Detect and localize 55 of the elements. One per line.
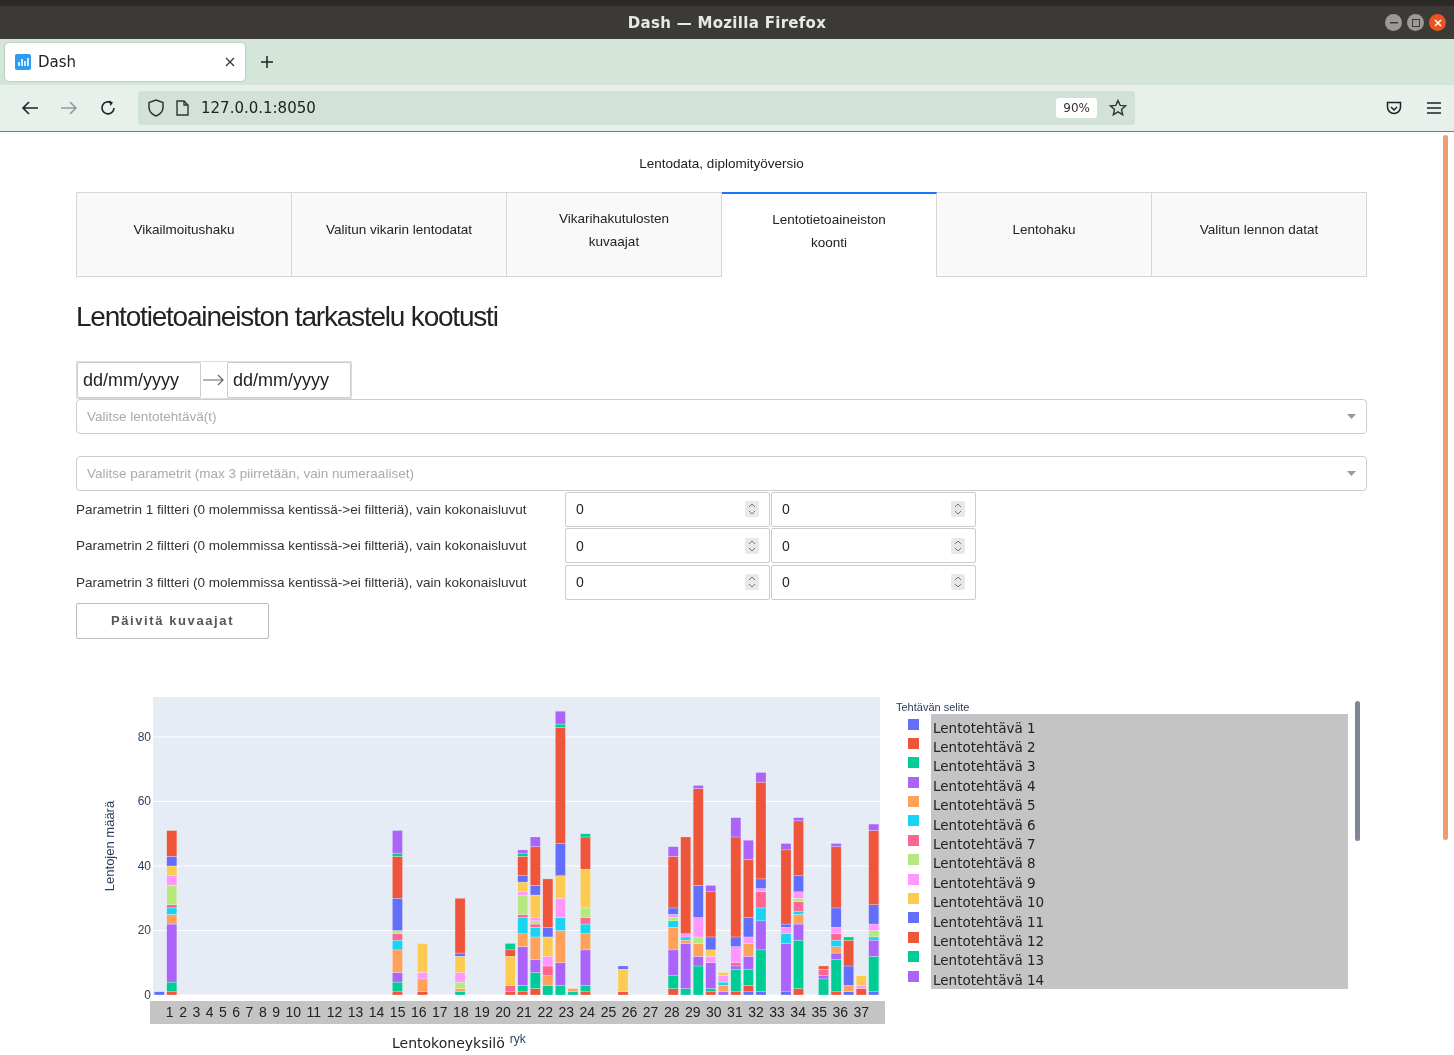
x-tick-label: 16 — [410, 1004, 427, 1020]
x-tick-label: 23 — [558, 1004, 575, 1020]
x-tick-label: 4 — [205, 1004, 214, 1020]
legend-title: Tehtävän selite — [896, 700, 971, 713]
x-tick-label: 22 — [537, 1004, 553, 1020]
x-tick-label: 25 — [600, 1004, 617, 1020]
x-tick-label: 21 — [516, 1004, 532, 1020]
y-tick-label: 80 — [137, 729, 151, 744]
x-tick-label: 13 — [347, 1004, 364, 1020]
x-tick-label: 20 — [495, 1004, 511, 1020]
x-tick-label: 7 — [245, 1004, 254, 1020]
x-tick-label: 10 — [285, 1004, 302, 1020]
filter-label: Parametrin 1 filtteri (0 molemmissa kentissä->ei filtteriä), vain kokonaisluvut — [76, 501, 528, 517]
x-tick-label: 37 — [853, 1004, 870, 1020]
x-tick-label: 31 — [727, 1004, 743, 1020]
x-tick-label: 29 — [684, 1004, 701, 1020]
filter-label: Parametrin 3 filtteri (0 molemmissa kentissä->ei filtteriä), vain kokonaisluvut — [76, 574, 528, 590]
x-tick-label: 36 — [832, 1004, 849, 1020]
x-tick-label: 6 — [232, 1004, 241, 1020]
y-tick-label: 60 — [137, 794, 151, 808]
x-tick-label: 9 — [272, 1004, 280, 1020]
x-tick-label: 18 — [453, 1004, 469, 1020]
x-tick-label: 15 — [389, 1004, 406, 1020]
address-text: 127.0.0.1:8050 — [201, 99, 317, 117]
x-tick-label: 26 — [621, 1004, 638, 1020]
y-tick-label: 0 — [144, 987, 151, 1001]
x-tick-label: 27 — [642, 1004, 659, 1020]
x-tick-label: 2 — [179, 1004, 187, 1020]
x-tick-label: 28 — [663, 1004, 680, 1020]
x-tick-label: 32 — [748, 1004, 764, 1020]
x-tick-label: 12 — [326, 1004, 343, 1020]
x-tick-label: 35 — [811, 1004, 827, 1020]
x-tick-label: 8 — [258, 1004, 267, 1020]
x-tick-label: 24 — [579, 1004, 596, 1020]
x-tick-label: 11 — [306, 1004, 322, 1020]
filter-label: Parametrin 2 filtteri (0 molemmissa kentissä->ei filtteriä), vain kokonaisluvut — [76, 538, 528, 554]
dropdown-placeholder: Valitse lentotehtävä(t) — [87, 409, 217, 424]
x-tick-label: 3 — [192, 1004, 201, 1020]
x-tick-label: 14 — [368, 1004, 385, 1020]
x-tick-label: 34 — [790, 1004, 806, 1020]
x-tick-label: 30 — [706, 1004, 722, 1020]
y-tick-label: 40 — [137, 858, 151, 873]
x-tick-label: 5 — [219, 1004, 227, 1020]
window-title: Dash — Mozilla Firefox — [627, 13, 827, 32]
page-title: Lentodata, diplomityöversio — [638, 156, 805, 171]
x-axis-title-fragment: ryk — [509, 1031, 526, 1046]
section-heading: Lentotietoaineiston tarkastelu kootusti — [76, 301, 499, 333]
x-tick-label: 33 — [769, 1004, 785, 1020]
x-tick-label: 17 — [432, 1004, 448, 1020]
y-tick-label: 20 — [137, 923, 151, 937]
x-tick-label: 1 — [165, 1004, 174, 1020]
x-tick-label: 19 — [474, 1004, 490, 1020]
y-axis-title: Lentojen määrä — [102, 800, 117, 891]
x-axis-title: Lentokoneyksilö — [392, 1034, 505, 1051]
dropdown-placeholder: Valitse parametrit (max 3 piirretään, vain numeraaliset) — [87, 466, 414, 481]
